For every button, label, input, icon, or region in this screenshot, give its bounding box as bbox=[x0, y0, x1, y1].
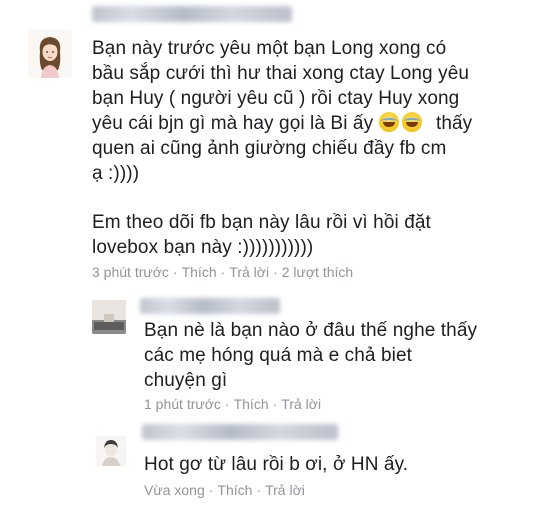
timestamp[interactable]: 1 phút trước bbox=[144, 396, 221, 412]
comment-line-part: thấy bbox=[435, 113, 473, 134]
comment-2-meta: 1 phút trước · Thích · Trả lời bbox=[144, 396, 321, 412]
comment-line: ạ :)))) bbox=[92, 163, 140, 184]
reply-link[interactable]: Trả lời bbox=[281, 396, 321, 412]
comment-line: lovebox bạn này :))))))))))) bbox=[92, 237, 314, 258]
timestamp[interactable]: 3 phút trước bbox=[92, 264, 169, 280]
comment-line: quen ai cũng ảnh giường chiếu đầy fb cm bbox=[92, 138, 447, 159]
comment-line: các mẹ hóng quá mà e chả biet bbox=[144, 345, 413, 366]
comment-line: chuyện gì bbox=[144, 370, 228, 391]
comment-line-part: yêu cái bjn gì mà hay gọi là Bi ấy bbox=[92, 113, 374, 134]
separator: · bbox=[172, 264, 178, 280]
separator: · bbox=[220, 264, 226, 280]
comment-line: bầu sắp cưới thì hư thai xong ctay Long … bbox=[92, 63, 470, 84]
like-link[interactable]: Thích bbox=[182, 264, 217, 280]
comment-line: yêu cái bjn gì mà hay gọi là Bi ấy thấy bbox=[92, 111, 472, 136]
comment-line: Em theo dõi fb bạn này lâu rồi vì hồi đặ… bbox=[92, 212, 431, 233]
separator: · bbox=[256, 482, 262, 498]
author-name-blurred[interactable] bbox=[92, 6, 292, 22]
like-link[interactable]: Thích bbox=[217, 482, 252, 498]
reply-link[interactable]: Trả lời bbox=[265, 482, 305, 498]
comment-1-text-2: Em theo dõi fb bạn này lâu rồi vì hồi đặ… bbox=[92, 210, 431, 260]
comment-3-meta: Vừa xong · Thích · Trả lời bbox=[144, 482, 305, 498]
comment-line: Bạn này trước yêu một bạn Long xong có bbox=[92, 38, 447, 59]
comment-3: Hot gơ từ lâu rồi b ơi, ở HN ấy. Vừa xon… bbox=[0, 420, 539, 509]
user-avatar-icon[interactable] bbox=[92, 300, 126, 334]
reply-link[interactable]: Trả lời bbox=[229, 264, 269, 280]
separator: · bbox=[208, 482, 214, 498]
comment-line: Hot gơ từ lâu rồi b ơi, ở HN ấy. bbox=[144, 454, 409, 475]
comment-1: Bạn này trước yêu một bạn Long xong có b… bbox=[0, 0, 539, 290]
girl-avatar-icon[interactable] bbox=[28, 30, 72, 78]
comment-1-meta: 3 phút trước · Thích · Trả lời · 2 lượt thích bbox=[92, 264, 353, 280]
comment-line: Bạn nè là bạn nào ở đâu thế nghe thấy bbox=[144, 320, 478, 341]
user-avatar-icon[interactable] bbox=[96, 436, 126, 466]
comment-2-text: Bạn nè là bạn nào ở đâu thế nghe thấy cá… bbox=[144, 318, 477, 393]
author-name-blurred[interactable] bbox=[140, 298, 280, 314]
separator: · bbox=[272, 396, 278, 412]
tears-of-joy-emoji bbox=[401, 112, 422, 132]
author-name-blurred[interactable] bbox=[142, 424, 338, 440]
comment-line: bạn Huy ( người yêu cũ ) rồi ctay Huy xo… bbox=[92, 88, 460, 109]
tears-of-joy-emoji bbox=[378, 112, 399, 132]
separator: · bbox=[273, 264, 278, 280]
comment-2: Bạn nè là bạn nào ở đâu thế nghe thấy cá… bbox=[0, 290, 539, 420]
comment-3-text: Hot gơ từ lâu rồi b ơi, ở HN ấy. bbox=[144, 452, 408, 477]
likes-count[interactable]: 2 lượt thích bbox=[282, 264, 353, 280]
comment-1-text: Bạn này trước yêu một bạn Long xong có b… bbox=[92, 36, 472, 186]
separator: · bbox=[224, 396, 230, 412]
like-link[interactable]: Thích bbox=[234, 396, 269, 412]
timestamp[interactable]: Vừa xong bbox=[144, 482, 205, 498]
